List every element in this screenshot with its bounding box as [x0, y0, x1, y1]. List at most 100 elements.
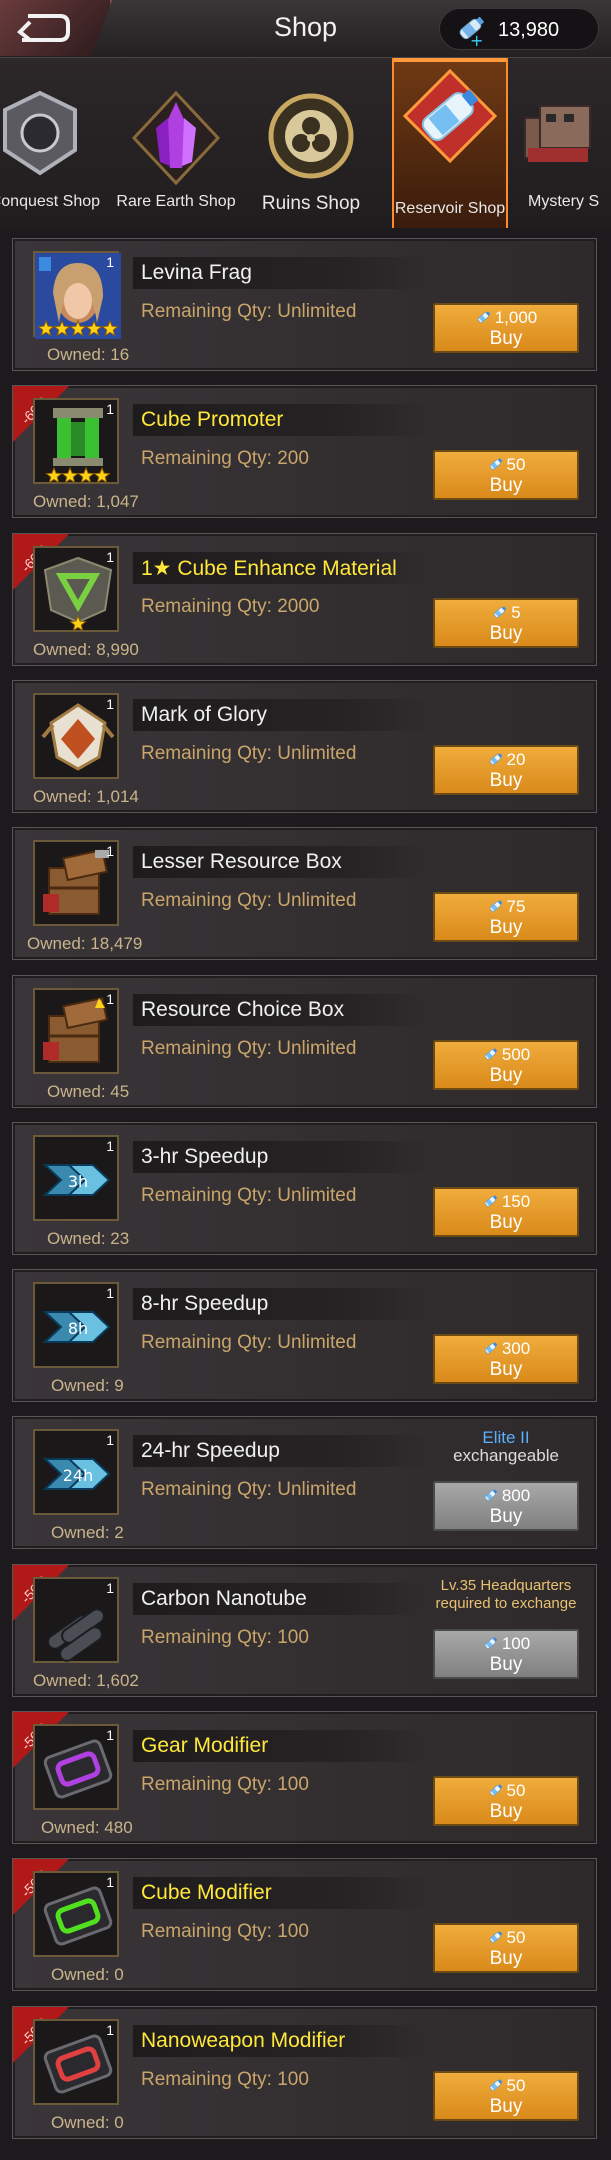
price-amount: 500 — [501, 1045, 531, 1064]
buy-button[interactable]: 50 Buy — [433, 1776, 579, 1826]
buy-button[interactable]: 50 Buy — [433, 1923, 579, 1973]
price-amount: 300 — [501, 1339, 531, 1358]
back-arrow-icon — [17, 14, 70, 42]
item-name-bar: 1★ Cube Enhance Material — [133, 552, 433, 584]
buy-label: Buy — [489, 770, 523, 791]
item-icon-frame[interactable]: 1 — [33, 251, 121, 339]
item-name-bar: Cube Modifier — [133, 1877, 433, 1909]
water-bottle-icon: + — [459, 16, 485, 48]
item-quantity: 1 — [106, 254, 114, 270]
item-icon-frame[interactable]: 1 — [33, 546, 119, 632]
remaining-quantity: Remaining Qty: Unlimited — [141, 1185, 357, 1206]
price-row: 20 — [435, 750, 577, 770]
item-name: 3-hr Speedup — [141, 1145, 269, 1168]
item-name-bar: Carbon Nanotube — [133, 1583, 433, 1615]
item-name: Lesser Resource Box — [141, 850, 342, 873]
item-name-bar: Gear Modifier — [133, 1730, 433, 1762]
tab-reservoir-shop[interactable]: Reservoir Shop — [392, 58, 508, 228]
exchange-requirement-note: Elite II exchangeable — [433, 1429, 579, 1465]
item-icon-frame[interactable]: 1 — [33, 1724, 119, 1810]
buy-button[interactable]: 20 Buy — [433, 745, 579, 795]
item-name-bar: Cube Promoter — [133, 404, 433, 436]
price-amount: 1,000 — [494, 308, 538, 327]
buy-button[interactable]: 5 Buy — [433, 598, 579, 648]
tab-ruins-shop[interactable]: Ruins Shop — [246, 58, 376, 228]
shop-tabs: r Conquest Shop Rare Earth Shop Ruins Sh… — [0, 58, 611, 228]
item-icon-frame[interactable]: 1 — [33, 988, 119, 1074]
buy-button[interactable]: 500 Buy — [433, 1040, 579, 1090]
remaining-quantity: Remaining Qty: Unlimited — [141, 1332, 357, 1353]
item-icon-frame[interactable]: 1 — [33, 398, 119, 484]
shop-item-card: -60%1Owned: 8,9901★ Cube Enhance Materia… — [12, 533, 597, 666]
requirement-line-2: exchangeable — [453, 1446, 559, 1465]
item-quantity: 1 — [106, 843, 114, 859]
buy-button[interactable]: 800 Buy — [433, 1481, 579, 1531]
shop-item-card: 3h 1 Owned: 23 3-hr Speedup Remaining Qty: U… — [12, 1122, 597, 1255]
item-quantity: 1 — [106, 549, 114, 565]
price-row: 500 — [435, 1045, 577, 1065]
item-icon-frame[interactable]: 1 — [33, 1871, 119, 1957]
price-row: 100 — [435, 1634, 577, 1654]
tab-rare-earth-shop[interactable]: Rare Earth Shop — [106, 58, 246, 228]
buy-label: Buy — [489, 328, 523, 349]
tab-label: Ruins Shop — [261, 193, 361, 214]
shop-item-card: -50%1Owned: 0Nanoweapon ModifierRemainin… — [12, 2006, 597, 2139]
shop-item-card: 1 Owned: 16 Levina Frag Remaining Qty: Unli… — [12, 238, 597, 371]
item-icon-frame[interactable]: 24h 1 — [33, 1429, 119, 1515]
buy-button[interactable]: 50 Buy — [433, 2071, 579, 2121]
price-row: 50 — [435, 1928, 577, 1948]
item-name-bar: 24-hr Speedup — [133, 1435, 433, 1467]
item-icon-frame[interactable]: 1 — [33, 1577, 119, 1663]
price-amount: 50 — [506, 455, 526, 474]
water-bottle-icon — [484, 1637, 498, 1649]
item-name-bar: Lesser Resource Box — [133, 846, 433, 878]
item-quantity: 1 — [106, 2022, 114, 2038]
item-name: Carbon Nanotube — [141, 1587, 307, 1610]
speedup-duration-label: 3h — [68, 1172, 88, 1191]
water-bottle-icon — [484, 1342, 498, 1354]
buy-label: Buy — [489, 2096, 523, 2117]
tab-label: r Conquest Shop — [0, 193, 101, 210]
shop-item-card: -60%1Owned: 1,047Cube PromoterRemaining … — [12, 385, 597, 518]
item-icon-frame[interactable]: 1 — [33, 840, 119, 926]
item-name: Nanoweapon Modifier — [141, 2029, 346, 2052]
owned-count: Owned: 9 — [51, 1376, 124, 1395]
tab-mystery-shop[interactable]: Mystery S — [520, 58, 611, 228]
price-row: 150 — [435, 1192, 577, 1212]
item-name: Gear Modifier — [141, 1734, 269, 1757]
conquest-shield-icon — [3, 90, 77, 176]
item-icon-frame[interactable]: 3h 1 — [33, 1135, 119, 1221]
price-amount: 50 — [506, 1781, 526, 1800]
back-button[interactable] — [0, 0, 112, 56]
price-row: 300 — [435, 1339, 577, 1359]
buy-button[interactable]: 150 Buy — [433, 1187, 579, 1237]
purple-crystal-icon — [131, 90, 221, 186]
buy-label: Buy — [489, 1212, 523, 1233]
price-row: 50 — [435, 455, 577, 475]
remaining-quantity: Remaining Qty: Unlimited — [141, 1038, 357, 1059]
price-amount: 20 — [506, 750, 526, 769]
item-name: Cube Modifier — [141, 1881, 272, 1904]
remaining-quantity: Remaining Qty: Unlimited — [141, 301, 357, 322]
item-name: Cube Promoter — [141, 408, 284, 431]
shop-item-card: -50%1Owned: 1,602Carbon NanotubeRemainin… — [12, 1564, 597, 1697]
water-bottle-icon — [489, 753, 502, 765]
header-bar: Shop + 13,980 — [0, 0, 611, 58]
buy-button[interactable]: 75 Buy — [433, 892, 579, 942]
item-name-bar: Mark of Glory — [133, 699, 433, 731]
item-icon-frame[interactable]: 1 — [33, 2019, 119, 2105]
item-quantity: 1 — [106, 991, 114, 1007]
buy-button[interactable]: 50 Buy — [433, 450, 579, 500]
water-bottle-icon — [489, 1784, 502, 1796]
owned-count: Owned: 23 — [47, 1229, 130, 1248]
item-icon-frame[interactable]: 8h 1 — [33, 1282, 119, 1368]
item-icon-frame[interactable]: 1 — [33, 693, 119, 779]
item-name-bar: Resource Choice Box — [133, 994, 433, 1026]
buy-button[interactable]: 300 Buy — [433, 1334, 579, 1384]
buy-button[interactable]: 1,000 Buy — [433, 303, 579, 353]
buy-button[interactable]: 100 Buy — [433, 1629, 579, 1679]
buy-label: Buy — [489, 917, 523, 938]
tab-conquest-shop[interactable]: r Conquest Shop — [0, 58, 110, 228]
owned-count: Owned: 0 — [51, 2113, 124, 2132]
owned-count: Owned: 480 — [41, 1818, 133, 1837]
